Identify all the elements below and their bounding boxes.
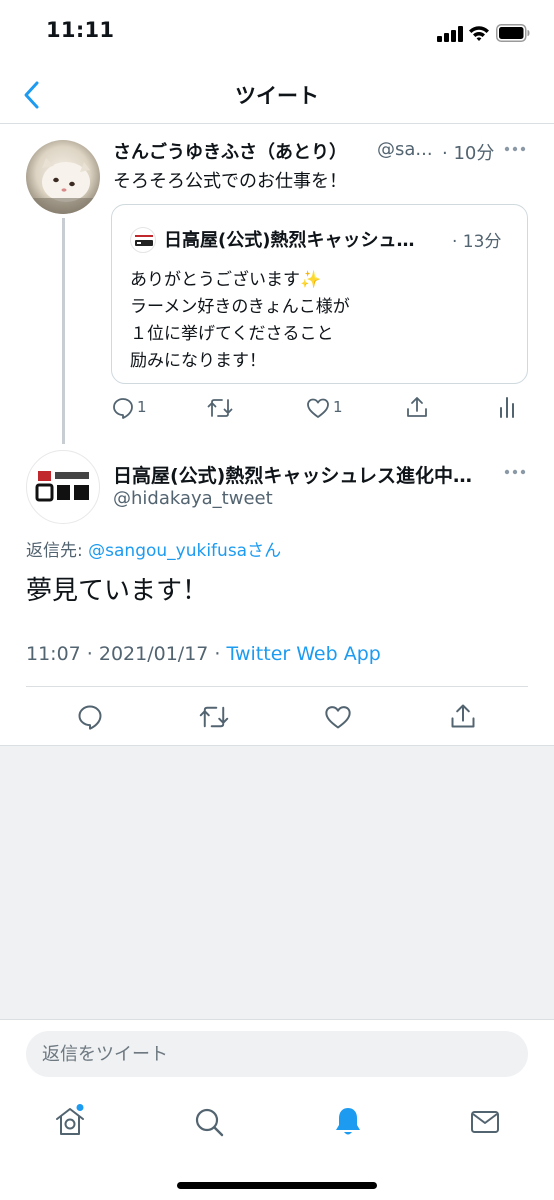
main-reply-icon[interactable] bbox=[76, 703, 104, 731]
quote-tweet-card[interactable]: 日高屋(公式)熱烈キャッシュ… · 13分 ありがとうございます✨ ラーメン好き… bbox=[111, 204, 528, 384]
empty-replies-area bbox=[0, 745, 554, 1020]
hidakaya-logo-icon bbox=[35, 471, 89, 502]
reply-icon[interactable] bbox=[111, 396, 135, 420]
like-icon[interactable] bbox=[306, 397, 330, 419]
nav-bar: ツイート bbox=[0, 66, 554, 124]
divider bbox=[26, 686, 528, 687]
thread-line bbox=[62, 218, 65, 444]
cellular-signal-icon bbox=[437, 26, 463, 42]
search-icon[interactable] bbox=[193, 1104, 225, 1138]
parent-tweet-text: そろそろ公式でのお仕事を！ bbox=[113, 171, 347, 192]
main-tweet-more-icon[interactable] bbox=[504, 468, 526, 476]
quote-tweet-avatar bbox=[130, 227, 156, 253]
reply-to-mention[interactable]: @sangou_yukifusa bbox=[88, 541, 247, 561]
reply-to-line: 返信先: @sangou_yukifusaさん bbox=[26, 536, 281, 561]
share-icon[interactable] bbox=[405, 395, 429, 419]
main-tweet-avatar[interactable] bbox=[26, 450, 100, 524]
analytics-icon[interactable] bbox=[498, 396, 516, 418]
quote-tweet-line: ありがとうございます✨ bbox=[130, 270, 322, 290]
tweet-meta: 11:07 · 2021/01/17 · Twitter Web App bbox=[26, 643, 381, 665]
home-indicator bbox=[177, 1182, 377, 1189]
reply-to-label: 返信先: bbox=[26, 541, 89, 561]
tweet-source-link[interactable]: Twitter Web App bbox=[227, 643, 381, 665]
parent-tweet-avatar[interactable] bbox=[26, 140, 100, 214]
status-time: 11:11 bbox=[46, 18, 115, 42]
home-icon[interactable] bbox=[54, 1104, 86, 1138]
main-tweet-text: 夢見ています！ bbox=[26, 576, 209, 606]
page-title: ツイート bbox=[235, 84, 319, 108]
status-bar: 11:11 bbox=[0, 0, 554, 66]
parent-tweet-handle[interactable]: @sa... bbox=[377, 139, 433, 160]
cat-photo-icon bbox=[26, 140, 100, 214]
reply-count: 1 bbox=[137, 398, 147, 416]
tweet-datetime: 11:07 · 2021/01/17 · bbox=[26, 643, 227, 665]
quote-tweet-line: ラーメン好きのきょんこ様が bbox=[130, 297, 350, 317]
main-retweet-icon[interactable] bbox=[199, 703, 229, 731]
main-share-icon[interactable] bbox=[449, 702, 477, 730]
reply-input[interactable] bbox=[26, 1031, 528, 1077]
notifications-icon[interactable] bbox=[332, 1104, 364, 1138]
parent-tweet-time: · 10分 bbox=[442, 143, 495, 164]
parent-tweet-more-icon[interactable] bbox=[504, 145, 526, 153]
main-like-icon[interactable] bbox=[324, 704, 352, 730]
main-tweet-name[interactable]: 日高屋(公式)熱烈キャッシュレス進化中… bbox=[113, 461, 472, 488]
quote-tweet-line: 励みになります！ bbox=[130, 351, 266, 371]
like-count: 1 bbox=[333, 398, 343, 416]
retweet-icon[interactable] bbox=[207, 396, 233, 420]
battery-icon bbox=[496, 24, 530, 42]
wifi-icon bbox=[469, 26, 489, 41]
parent-tweet-name[interactable]: さんごうゆきふさ（あとり） bbox=[113, 138, 347, 164]
hidakaya-logo-icon bbox=[135, 235, 153, 246]
quote-tweet-name: 日高屋(公式)熱烈キャッシュ… bbox=[164, 230, 415, 251]
quote-tweet-line: １位に挙げてくださること bbox=[130, 324, 334, 344]
reply-to-suffix: さん bbox=[247, 541, 282, 561]
main-tweet-handle[interactable]: @hidakaya_tweet bbox=[113, 488, 273, 509]
quote-tweet-time: · 13分 bbox=[452, 232, 502, 252]
messages-icon[interactable] bbox=[469, 1104, 501, 1138]
